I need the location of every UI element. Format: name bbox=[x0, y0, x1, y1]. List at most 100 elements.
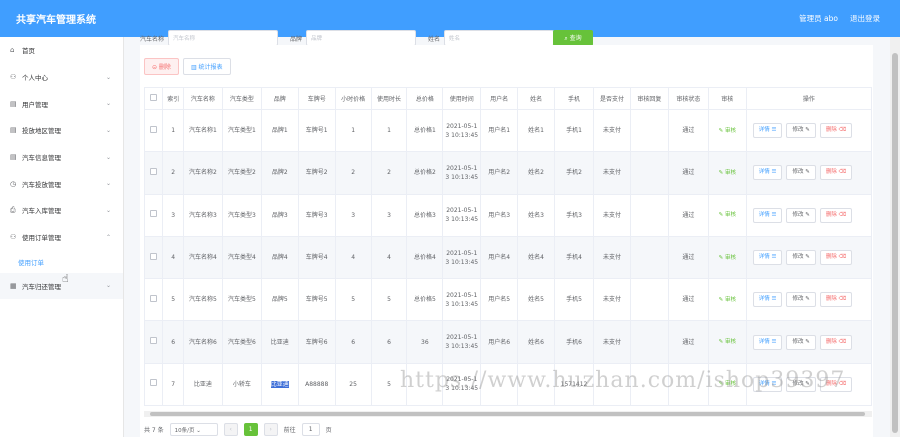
chevron-icon: ⌄ bbox=[105, 206, 111, 214]
audit-cell[interactable]: ✎ 审核 bbox=[707, 108, 747, 153]
table-cell: 手机4 bbox=[554, 235, 594, 280]
table-cell: 比亚迪 bbox=[260, 320, 299, 364]
detail-button[interactable]: 详情 ☰ bbox=[752, 334, 783, 350]
detail-button[interactable]: 详情 ☰ bbox=[752, 250, 783, 266]
stats-report-button[interactable]: ▥ 统计报表 bbox=[182, 58, 231, 75]
sidebar-item-label: 汽车投放管理 bbox=[22, 180, 61, 189]
logout-link[interactable]: 退出登录 bbox=[850, 13, 880, 24]
row-checkbox[interactable] bbox=[143, 193, 164, 237]
sidebar-item-3[interactable]: ▤ 投放地区管理 ⌄ bbox=[0, 117, 123, 144]
delete-button[interactable]: 删除 ⌫ bbox=[819, 250, 853, 266]
goto-page-input[interactable]: 1 bbox=[301, 423, 320, 436]
search-button[interactable]: ⌕ 查询 bbox=[553, 30, 593, 46]
table-cell: 小轿车 bbox=[221, 362, 262, 407]
edit-button[interactable]: 修改 ✎ bbox=[786, 250, 816, 266]
detail-button[interactable]: 详情 ☰ bbox=[752, 165, 783, 181]
table-cell: 品牌2 bbox=[260, 151, 299, 195]
audit-cell[interactable]: ✎ 审核 bbox=[707, 320, 747, 364]
batch-delete-button[interactable]: ⊝ 删除 bbox=[144, 58, 179, 75]
edit-button[interactable]: 修改 ✎ bbox=[786, 123, 816, 139]
table-cell: 汽车类型6 bbox=[221, 320, 262, 364]
column-header: 索引 bbox=[162, 87, 184, 110]
prev-page-button[interactable]: ‹ bbox=[223, 423, 238, 436]
table-cell: 总价格1 bbox=[406, 108, 444, 153]
table-cell: 2021-05-13 10:13:45 bbox=[442, 235, 482, 280]
car-name-input[interactable]: 汽车名称 bbox=[168, 30, 279, 46]
sidebar-item-0[interactable]: ⌂ 首页 bbox=[0, 37, 123, 64]
table-cell: 通过 bbox=[667, 235, 709, 280]
table-cell: 3 bbox=[370, 193, 408, 237]
audit-button[interactable]: ✎ 审核 bbox=[719, 297, 736, 303]
sidebar-item-1[interactable]: ⚇ 个人中心 ⌄ bbox=[0, 64, 123, 91]
row-checkbox[interactable] bbox=[143, 235, 164, 280]
delete-button[interactable]: 删除 ⌫ bbox=[819, 165, 853, 181]
audit-cell[interactable]: ✎ 审核 bbox=[707, 193, 747, 237]
table-cell: 汽车名称1 bbox=[182, 108, 223, 153]
table-cell: 4 bbox=[334, 235, 372, 280]
table-cell: 2021-05-13 10:13:45 bbox=[442, 193, 482, 237]
table-cell: 3 bbox=[334, 193, 372, 237]
audit-button[interactable]: ✎ 审核 bbox=[719, 255, 736, 261]
edit-button[interactable]: 修改 ✎ bbox=[786, 334, 816, 350]
audit-button[interactable]: ✎ 审核 bbox=[719, 128, 736, 134]
table-cell: 车牌号2 bbox=[297, 151, 336, 195]
row-checkbox[interactable] bbox=[143, 278, 164, 322]
sidebar-item-4[interactable]: ▤ 汽车信息管理 ⌄ bbox=[0, 144, 123, 171]
delete-button[interactable]: 删除 ⌫ bbox=[819, 292, 853, 308]
sidebar-item-5[interactable]: ◷ 汽车投放管理 ⌄ bbox=[0, 170, 123, 197]
column-header: 审核回复 bbox=[629, 87, 669, 110]
detail-button[interactable]: 详情 ☰ bbox=[752, 207, 783, 223]
page-number[interactable]: 1 bbox=[243, 423, 258, 436]
row-checkbox[interactable] bbox=[143, 108, 164, 153]
next-page-button[interactable]: › bbox=[263, 423, 278, 436]
table-row: 4 汽车名称4 汽车类型4 品牌4 车牌号4 4 4 总价格4 2021-05-13 10:13… bbox=[143, 235, 873, 280]
table-cell: A88888 bbox=[297, 362, 336, 407]
table-cell: 3 bbox=[162, 193, 184, 237]
audit-cell[interactable]: ✎ 审核 bbox=[707, 235, 747, 280]
sidebar-item-label: 投放地区管理 bbox=[22, 127, 61, 136]
sidebar-item-6[interactable]: ⎙ 汽车入库管理 ⌄ bbox=[0, 197, 123, 224]
horizontal-scrollbar[interactable] bbox=[144, 411, 872, 417]
sidebar-item-2[interactable]: ▤ 用户管理 ⌄ bbox=[0, 90, 123, 117]
detail-button[interactable]: 详情 ☰ bbox=[752, 123, 783, 139]
vertical-scrollbar[interactable] bbox=[890, 37, 900, 437]
edit-button[interactable]: 修改 ✎ bbox=[786, 207, 816, 223]
table-cell: 汽车名称6 bbox=[182, 320, 223, 364]
delete-button[interactable]: 删除 ⌫ bbox=[819, 123, 853, 139]
table-cell: 汽车类型2 bbox=[221, 151, 262, 195]
table-cell: 用户名5 bbox=[480, 278, 519, 322]
delete-button[interactable]: 删除 ⌫ bbox=[819, 334, 853, 350]
audit-cell[interactable]: ✎ 审核 bbox=[707, 278, 747, 322]
delete-button[interactable]: 删除 ⌫ bbox=[819, 207, 853, 223]
column-header: 车牌号 bbox=[297, 87, 336, 110]
table-cell: 品牌4 bbox=[260, 235, 299, 280]
page-unit-label: 页 bbox=[325, 427, 332, 434]
edit-button[interactable]: 修改 ✎ bbox=[786, 165, 816, 181]
name-input[interactable]: 姓名 bbox=[444, 30, 555, 46]
table-cell: 1 bbox=[334, 108, 372, 153]
table-cell: 汽车类型5 bbox=[221, 278, 262, 322]
row-checkbox[interactable] bbox=[143, 362, 164, 407]
table-row: 3 汽车名称3 汽车类型3 品牌3 车牌号3 3 3 总价格3 2021-05-13 10:13… bbox=[143, 193, 873, 237]
table-cell: 2 bbox=[334, 151, 372, 195]
detail-button[interactable]: 详情 ☰ bbox=[752, 292, 783, 308]
row-checkbox[interactable] bbox=[143, 151, 164, 195]
table-cell: 车牌号1 bbox=[297, 108, 336, 153]
audit-cell[interactable]: ✎ 审核 bbox=[707, 151, 747, 195]
menu-icon: ⚇ bbox=[10, 73, 17, 82]
search-label-name: 姓名 bbox=[428, 35, 441, 43]
table-cell: 25 bbox=[334, 362, 372, 407]
select-all-checkbox[interactable] bbox=[143, 87, 164, 110]
sidebar-item-7[interactable]: ⚇ 使用订单管理 ⌃ bbox=[0, 224, 123, 251]
audit-button[interactable]: ✎ 审核 bbox=[719, 170, 736, 176]
menu-icon: ◷ bbox=[10, 179, 17, 188]
page-size-select[interactable]: 10条/页 ⌄ bbox=[169, 423, 218, 436]
brand-input[interactable]: 品牌 bbox=[306, 30, 417, 46]
audit-button[interactable]: ✎ 审核 bbox=[719, 339, 736, 345]
watermark: https://www.huzhan.com/ishop39397 bbox=[400, 368, 846, 393]
sidebar-subitem-orders[interactable]: 使用订单 bbox=[0, 251, 123, 273]
audit-button[interactable]: ✎ 审核 bbox=[719, 212, 736, 218]
row-checkbox[interactable] bbox=[143, 320, 164, 364]
table-cell: 4 bbox=[370, 235, 408, 280]
edit-button[interactable]: 修改 ✎ bbox=[786, 292, 816, 308]
